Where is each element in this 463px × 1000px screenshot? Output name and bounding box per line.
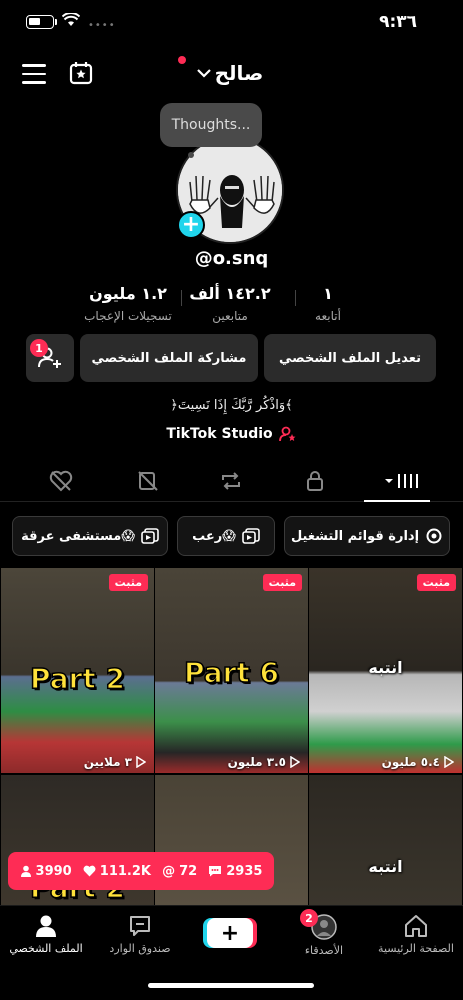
tab-videos[interactable]	[382, 468, 422, 494]
repost-icon	[222, 472, 240, 490]
profile-bio: ﴿وَاذْكُر رَّبَّكَ إِذَا نَسِيتَ﴾	[170, 398, 293, 413]
nav-inbox[interactable]: صندوق الوارد	[94, 914, 186, 955]
pinned-badge: مثبت	[416, 574, 456, 591]
edit-profile-button[interactable]: تعديل الملف الشخصي	[264, 334, 436, 382]
stat-followers[interactable]: ١٤٢.٢ ألف متابعين	[170, 284, 290, 323]
view-count: ٥.٤ مليون	[382, 755, 454, 769]
nav-home[interactable]: الصفحة الرئيسية	[370, 914, 462, 955]
username: صالح	[214, 61, 264, 85]
playlist-icon	[242, 528, 260, 544]
add-story-button[interactable]: +	[177, 211, 205, 239]
profile-icon	[36, 915, 56, 937]
heart-hidden-icon	[49, 470, 73, 492]
play-icon	[444, 756, 454, 768]
pinned-badge: مثبت	[262, 574, 302, 591]
thought-bubble-tail	[188, 152, 194, 158]
wifi-icon	[62, 13, 80, 26]
add-friend-badge: 1	[30, 339, 48, 357]
nav-label: صندوق الوارد	[109, 942, 171, 955]
chevron-down-icon	[196, 69, 211, 78]
tab-liked[interactable]	[46, 468, 76, 494]
home-indicator	[148, 983, 314, 988]
nav-label: الصفحة الرئيسية	[378, 942, 454, 955]
manage-playlists-button[interactable]: إدارة قوائم التشغيل	[284, 516, 450, 556]
home-icon	[405, 915, 427, 937]
playlist-label: رعب😱	[192, 528, 236, 544]
nav-label: الأصدقاء	[304, 944, 344, 957]
profile-handle: @o.snq	[194, 248, 269, 269]
calendar-star-icon[interactable]	[68, 60, 94, 86]
mentions-count: @ 72	[162, 863, 198, 879]
stat-label: تسجيلات الإعجاب	[84, 309, 172, 323]
playlist-horror[interactable]: رعب😱	[177, 516, 275, 556]
manage-playlists-label: إدارة قوائم التشغيل	[290, 528, 420, 544]
tab-reposts[interactable]	[216, 468, 246, 494]
playlist-hospital[interactable]: مستشفى عرقة😱	[12, 516, 168, 556]
video-tile[interactable]: Part 2 مثبت ٣ ملايين	[1, 568, 154, 773]
person-icon	[20, 865, 31, 877]
signal-dots: ••••	[88, 20, 116, 31]
tab-saved[interactable]	[133, 468, 163, 494]
profile-tabs	[0, 462, 463, 502]
video-overlay-text: انتبه	[368, 658, 403, 677]
status-time: ٩:٣٦	[379, 12, 417, 32]
nav-label: الملف الشخصي	[9, 942, 83, 955]
video-overlay-text: Part 2	[29, 661, 126, 696]
stat-label: متابعين	[212, 309, 248, 323]
video-tile[interactable]: انتبه	[309, 775, 462, 905]
view-count: ٣.٥ مليون	[228, 755, 300, 769]
video-overlay-text: انتبه	[368, 857, 403, 876]
video-grid-icon	[385, 474, 418, 488]
engagement-summary[interactable]: 3990 111.2K @ 72 2935	[8, 852, 274, 890]
likes-count: 111.2K	[83, 864, 151, 879]
thought-bubble[interactable]: Thoughts...	[160, 103, 262, 147]
stat-value: ١.٢ مليون	[89, 284, 167, 303]
share-profile-button[interactable]: مشاركة الملف الشخصي	[80, 334, 258, 382]
status-bar: •••• ٩:٣٦	[0, 0, 463, 44]
playlist-icon	[141, 528, 159, 544]
followers-count: 3990	[20, 864, 72, 879]
menu-icon[interactable]	[22, 64, 46, 84]
video-tile[interactable]: Part 6 مثبت ٣.٥ مليون	[155, 568, 308, 773]
active-tab-indicator	[364, 500, 430, 502]
playlist-label: مستشفى عرقة😱	[21, 528, 135, 544]
studio-label: TikTok Studio	[166, 426, 273, 442]
lock-icon	[307, 471, 323, 491]
pinned-badge: مثبت	[108, 574, 148, 591]
nav-friends[interactable]: الأصدقاء	[278, 914, 370, 957]
play-icon	[290, 756, 300, 768]
friends-badge: 2	[300, 909, 318, 927]
comment-icon	[209, 866, 222, 877]
gear-icon	[426, 528, 442, 544]
at-icon: @	[162, 863, 176, 879]
comments-count: 2935	[208, 864, 262, 879]
play-icon	[136, 756, 146, 768]
video-overlay-text: Part 6	[183, 655, 280, 690]
tiktok-studio-link[interactable]: TikTok Studio	[0, 426, 463, 442]
inbox-icon	[130, 916, 150, 936]
stat-likes[interactable]: ١.٢ مليون تسجيلات الإعجاب	[68, 284, 188, 323]
account-switcher[interactable]: صالح	[180, 58, 280, 88]
create-button[interactable]: +	[207, 918, 253, 948]
bookmark-hidden-icon	[138, 471, 158, 491]
view-count: ٣ ملايين	[84, 755, 146, 769]
tab-private[interactable]	[300, 468, 330, 494]
studio-person-icon	[278, 426, 296, 442]
video-tile[interactable]: انتبه مثبت ٥.٤ مليون	[309, 568, 462, 773]
battery-icon	[26, 15, 54, 29]
nav-profile[interactable]: الملف الشخصي	[0, 914, 92, 955]
stat-value: ١٤٢.٢ ألف	[189, 284, 271, 303]
heart-icon	[83, 865, 96, 877]
